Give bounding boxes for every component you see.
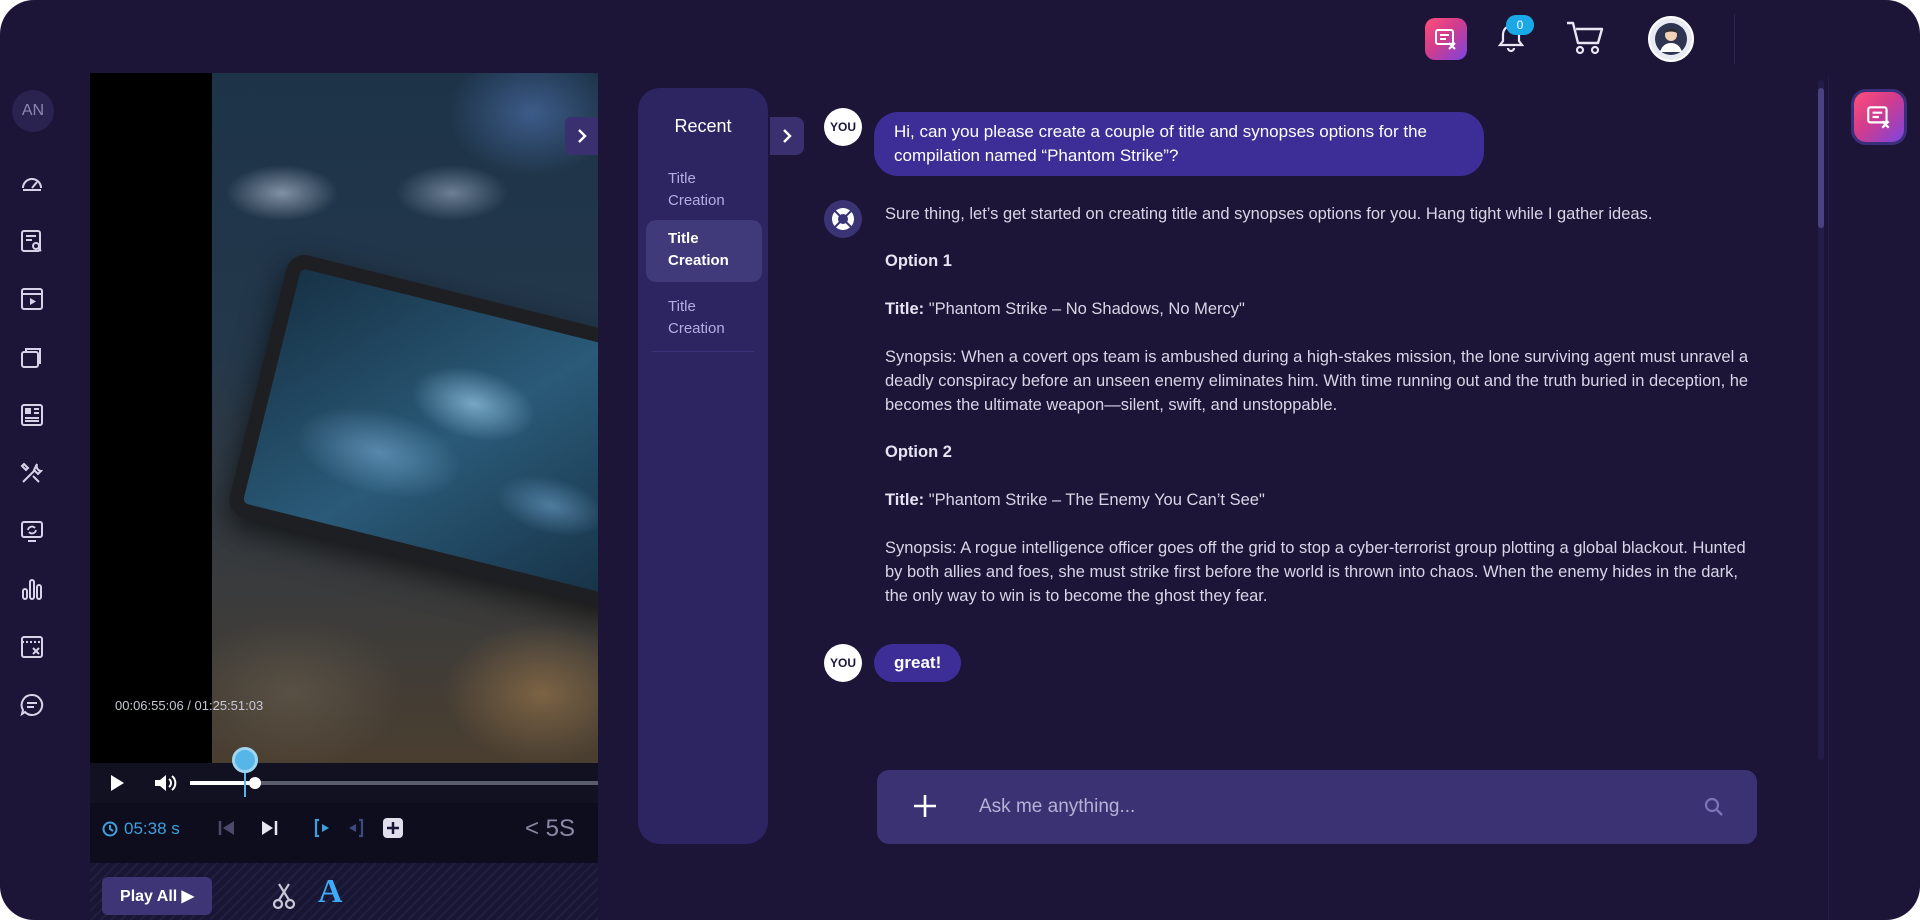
tools-icon[interactable]: [18, 459, 46, 487]
left-sidebar: AN: [0, 76, 66, 920]
right-divider: [1828, 76, 1829, 920]
option1-heading: Option 1: [885, 252, 952, 270]
search-list-icon[interactable]: [18, 227, 46, 255]
assistant-fab-icon[interactable]: [1854, 92, 1904, 142]
volume-icon[interactable]: [152, 771, 178, 795]
expand-recent-button[interactable]: [770, 117, 804, 155]
duration-label: 05:38 s: [124, 819, 180, 838]
step-back-5s[interactable]: < 5S: [525, 815, 575, 843]
assistant-intro: Sure thing, let’s get started on creatin…: [885, 205, 1653, 223]
chat-thread: YOU Hi, can you please create a couple o…: [820, 80, 1820, 760]
brand-chat-icon[interactable]: [1425, 18, 1467, 60]
option1-synopsis: Synopsis: When a covert ops team is ambu…: [885, 348, 1749, 414]
chat-scrollbar-thumb[interactable]: [1818, 88, 1824, 228]
user-avatar-badge: YOU: [824, 644, 862, 682]
option1-title-label: Title:: [885, 300, 925, 318]
recent-divider: [652, 351, 754, 352]
option1-title: "Phantom Strike – No Shadows, No Mercy": [924, 300, 1245, 318]
collapse-video-button[interactable]: [565, 117, 598, 155]
mark-out-icon[interactable]: [344, 817, 366, 839]
add-clip-icon[interactable]: [382, 817, 404, 839]
chat-input[interactable]: [979, 790, 1659, 824]
nav-avatar[interactable]: AN: [12, 90, 54, 132]
video-tablet-image: [225, 251, 598, 615]
refresh-screen-icon[interactable]: [18, 517, 46, 545]
recent-item-active[interactable]: Title Creation: [646, 220, 762, 282]
video-panel: 00:06:55:06 / 01:25:51:03 05:38 s < 5S P…: [90, 73, 598, 920]
progress-track[interactable]: [190, 747, 598, 797]
option2-title-label: Title:: [885, 491, 925, 509]
user-message: Hi, can you please create a couple of ti…: [874, 112, 1484, 176]
player-controls: [90, 747, 598, 803]
layout-icon[interactable]: [18, 401, 46, 429]
option2-title: "Phantom Strike – The Enemy You Can’t Se…: [924, 491, 1265, 509]
cart-icon[interactable]: [1563, 16, 1607, 60]
bottom-toolbar: Play All ▶ A: [90, 863, 598, 920]
recent-title: Recent: [674, 116, 732, 136]
top-bar: 0: [0, 0, 1920, 76]
user-avatar-badge: YOU: [824, 108, 862, 146]
app-window: 0 AN 00:06:55:06 / 01:25:51:03 05:38 s <…: [0, 0, 1920, 920]
option1-title-line: Title: "Phantom Strike – No Shadows, No …: [885, 297, 1765, 321]
dashboard-icon[interactable]: [18, 169, 46, 197]
play-all-button[interactable]: Play All ▶: [102, 877, 212, 915]
scissors-icon[interactable]: [270, 881, 298, 911]
top-separator: [1734, 14, 1735, 64]
user-message: great!: [874, 644, 962, 682]
mark-in-icon[interactable]: [312, 817, 334, 839]
option2-heading: Option 2: [885, 443, 952, 461]
analytics-icon[interactable]: [18, 575, 46, 603]
option2-synopsis: Synopsis: A rogue intelligence officer g…: [885, 539, 1746, 605]
play-icon[interactable]: [106, 772, 128, 794]
progress-thumb[interactable]: [249, 777, 261, 789]
recent-item[interactable]: Title Creation: [646, 288, 762, 350]
recent-panel: Recent Title Creation Title Creation Tit…: [638, 88, 768, 844]
option2-title-line: Title: "Phantom Strike – The Enemy You C…: [885, 488, 1765, 512]
text-tool-icon[interactable]: A: [318, 873, 343, 911]
search-icon[interactable]: [1703, 796, 1725, 818]
skip-to-end-icon[interactable]: [258, 817, 280, 839]
video-frame[interactable]: [212, 73, 598, 763]
assistant-avatar-icon: [824, 200, 862, 238]
clip-edit-icon[interactable]: [18, 633, 46, 661]
chat-icon[interactable]: [18, 691, 46, 719]
notification-badge: 0: [1506, 15, 1534, 35]
timeline-marker-pin[interactable]: [232, 747, 258, 773]
clip-tool-row: 05:38 s < 5S: [90, 803, 598, 853]
skip-to-start-icon[interactable]: [216, 817, 238, 839]
marker-stem: [244, 771, 246, 797]
video-letterbox: [90, 73, 212, 763]
video-library-icon[interactable]: [18, 285, 46, 313]
video-timecode: 00:06:55:06 / 01:25:51:03: [115, 698, 264, 713]
plus-icon[interactable]: [909, 790, 941, 822]
clock-icon: [102, 821, 118, 837]
chat-input-box: [877, 770, 1757, 844]
recent-item[interactable]: Title Creation: [646, 160, 762, 222]
folders-icon[interactable]: [18, 343, 46, 371]
clip-duration: 05:38 s: [102, 819, 180, 839]
user-avatar[interactable]: [1648, 16, 1694, 62]
